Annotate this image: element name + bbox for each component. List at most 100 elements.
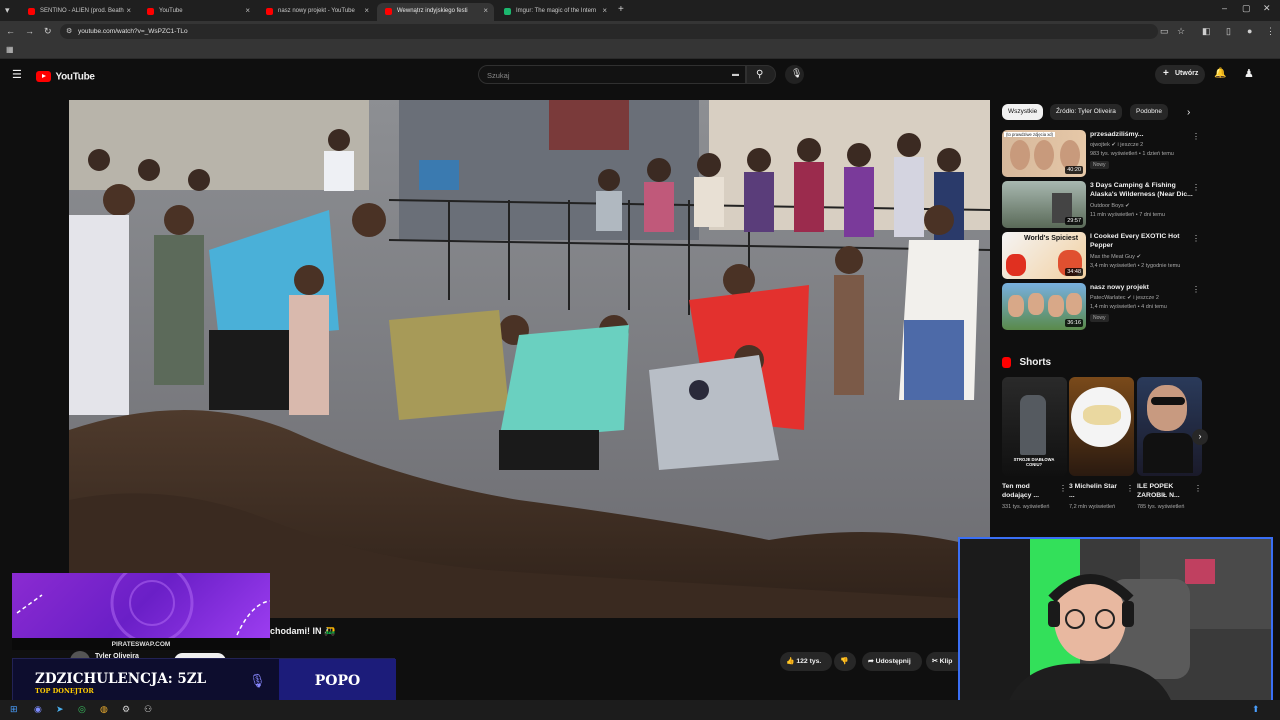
short-views: 7,2 mln wyświetleń [1069,504,1116,510]
browser-tab[interactable]: YouTube × [139,3,256,21]
chip-similar[interactable]: Podobne [1130,104,1169,120]
video-stats: 11 mln wyświetleń • 7 dni temu [1090,212,1165,218]
browser-tab-bar: ▾ SENTINO - ALIEN (prod. Beath × YouTube × n… [0,0,1280,21]
video-title: 3 Days Camping & Fishing Alaska's Wilder… [1090,182,1193,198]
url-field[interactable]: ⚙ youtube.com/watch?v=_WsPZC1-TLo [60,24,1158,39]
tab-close-icon[interactable]: × [364,6,369,15]
dislike-button[interactable]: 👎 [834,652,856,671]
short-thumbnail: STROJE DIABŁOWA CONIU? [1002,377,1067,476]
profile-icon[interactable]: ● [1247,26,1252,36]
more-actions-icon[interactable]: ⋮ [1192,132,1200,141]
account-avatar-icon[interactable]: ♟ [1244,67,1254,80]
share-label: Udostępnij [875,658,911,665]
more-actions-icon[interactable]: ⋮ [1192,183,1200,192]
more-actions-icon[interactable]: ⋮ [1192,285,1200,294]
more-actions-icon[interactable]: ⋮ [1192,234,1200,243]
webcam-feed [960,539,1271,711]
start-icon[interactable]: ⊞ [10,704,18,715]
related-video[interactable]: 36:16 nasz nowy projekt PatecWarlatec ✔ … [1002,283,1202,331]
notifications-bell-icon[interactable]: 🔔 [1214,68,1226,79]
video-title: chodami! IN 🛺 [270,626,336,636]
microphone-icon: 🎙 [249,673,266,688]
more-actions-icon[interactable]: ⋮ [1126,484,1134,493]
related-video[interactable]: (to prawdziwe zdjęcia xd) 40:20 przesadz… [1002,130,1202,178]
scissors-icon: ✂ [932,658,938,665]
tab-close-icon[interactable]: × [245,6,250,15]
chrome-icon[interactable]: ◎ [78,704,86,715]
clip-label: Klip [939,658,953,665]
search-button[interactable]: ⚲ [746,65,776,84]
browser-icon[interactable]: ◍ [100,704,108,715]
tab-close-icon[interactable]: × [483,6,488,15]
voice-search-button[interactable]: 🎙 [785,65,804,84]
site-info-icon[interactable]: ⚙ [66,27,72,35]
more-actions-icon[interactable]: ⋮ [1059,484,1067,493]
obs-icon[interactable]: ⚇ [144,704,152,715]
sidebar-icon[interactable]: ▯ [1226,26,1231,37]
video-duration: 40:20 [1065,166,1083,174]
video-title: przesadziliśmy... [1090,131,1144,138]
hamburger-menu-icon[interactable]: ☰ [12,68,22,81]
donation-alert: ZDZICHULENCJA: 5ZL TOP DONEJTOR 🎙 POPO [12,658,396,705]
tab-close-icon[interactable]: × [126,6,131,15]
telegram-icon[interactable]: ➤ [56,704,64,715]
forward-icon[interactable]: → [25,26,34,36]
video-frame [69,100,990,618]
share-button[interactable]: ➦ Udostępnij [862,652,922,671]
new-tab-icon[interactable]: + [618,4,624,15]
keyboard-icon[interactable]: ▬ [732,71,739,78]
more-actions-icon[interactable]: ⋮ [1194,484,1202,493]
donation-banner [12,573,270,638]
alert-donor-name: POPO [279,659,396,705]
like-count: 122 tys. [796,658,822,665]
video-duration: 36:16 [1065,319,1083,327]
short-title: Ten mod dodający ... [1002,483,1040,499]
browser-tab[interactable]: Imgur: The magic of the Intern × [496,3,613,21]
shorts-next-button[interactable]: › [1192,429,1208,445]
chip-all[interactable]: Wszystkie [1002,104,1044,120]
plus-icon: + [1163,68,1169,79]
browser-tab[interactable]: nasz nowy projekt - YouTube × [258,3,375,21]
browser-tab[interactable]: Wewnątrz indyjskiego festi × [377,3,494,21]
create-button[interactable]: + Utwórz [1155,65,1205,84]
chips-next-icon[interactable]: › [1187,107,1190,118]
like-button[interactable]: 👍 122 tys. [780,652,832,671]
video-thumbnail: 36:16 [1002,283,1086,330]
video-title: I Cooked Every EXOTIC Hot Pepper [1090,233,1180,249]
cast-icon[interactable]: ▭ [1160,26,1169,37]
tray-notification-icon[interactable]: ⬆ [1252,704,1260,715]
extensions-icon[interactable]: ◧ [1202,26,1211,37]
maximize-icon[interactable]: ▢ [1242,3,1251,14]
short-item[interactable]: STROJE DIABŁOWA CONIU? Ten mod dodający … [1002,377,1067,511]
share-icon: ➦ [868,658,874,665]
tab-close-icon[interactable]: × [602,6,607,15]
youtube-logo[interactable]: YouTube [36,68,95,83]
tab-menu-icon[interactable]: ▾ [5,5,10,16]
related-video[interactable]: 29:57 3 Days Camping & Fishing Alaska's … [1002,181,1202,229]
channel-name: Outdoor Boys ✔ [1090,203,1130,209]
video-player[interactable] [69,100,990,618]
short-item[interactable]: ILE POPEK ZAROBIŁ N... 785 tys. wyświetl… [1137,377,1202,511]
minimize-icon[interactable]: – [1222,3,1227,13]
chip-source-channel[interactable]: Źródło: Tyler Oliveira [1050,104,1122,120]
channel-name: ojwojtek ✔ i jeszcze 2 [1090,142,1144,148]
tab-favicon-icon [266,8,273,15]
short-thumbnail [1137,377,1202,476]
bookmark-star-icon[interactable]: ☆ [1177,26,1185,37]
back-icon[interactable]: ← [6,26,15,36]
browser-menu-icon[interactable]: ⋮ [1266,26,1275,37]
thumbs-up-icon: 👍 [786,658,795,665]
tab-favicon-icon [385,8,392,15]
alert-label: ZDZICHULENCJA: 5ZL [35,671,207,687]
browser-tab[interactable]: SENTINO - ALIEN (prod. Beath × [20,3,137,21]
search-input[interactable]: Szukaj ▬ [478,65,746,84]
app-icon[interactable]: ⚙ [122,704,130,715]
discord-icon[interactable]: ◉ [34,704,42,715]
related-video[interactable]: World's Spiciest 34:48 I Cooked Every EX… [1002,232,1202,280]
close-window-icon[interactable]: ✕ [1263,3,1271,14]
reload-icon[interactable]: ↻ [44,26,52,37]
apps-icon[interactable]: ▦ [6,45,14,54]
short-item[interactable]: 3 Michelin Star ... 7,2 mln wyświetleń ⋮ [1069,377,1134,511]
video-title: nasz nowy projekt [1090,284,1149,291]
tab-favicon-icon [28,8,35,15]
